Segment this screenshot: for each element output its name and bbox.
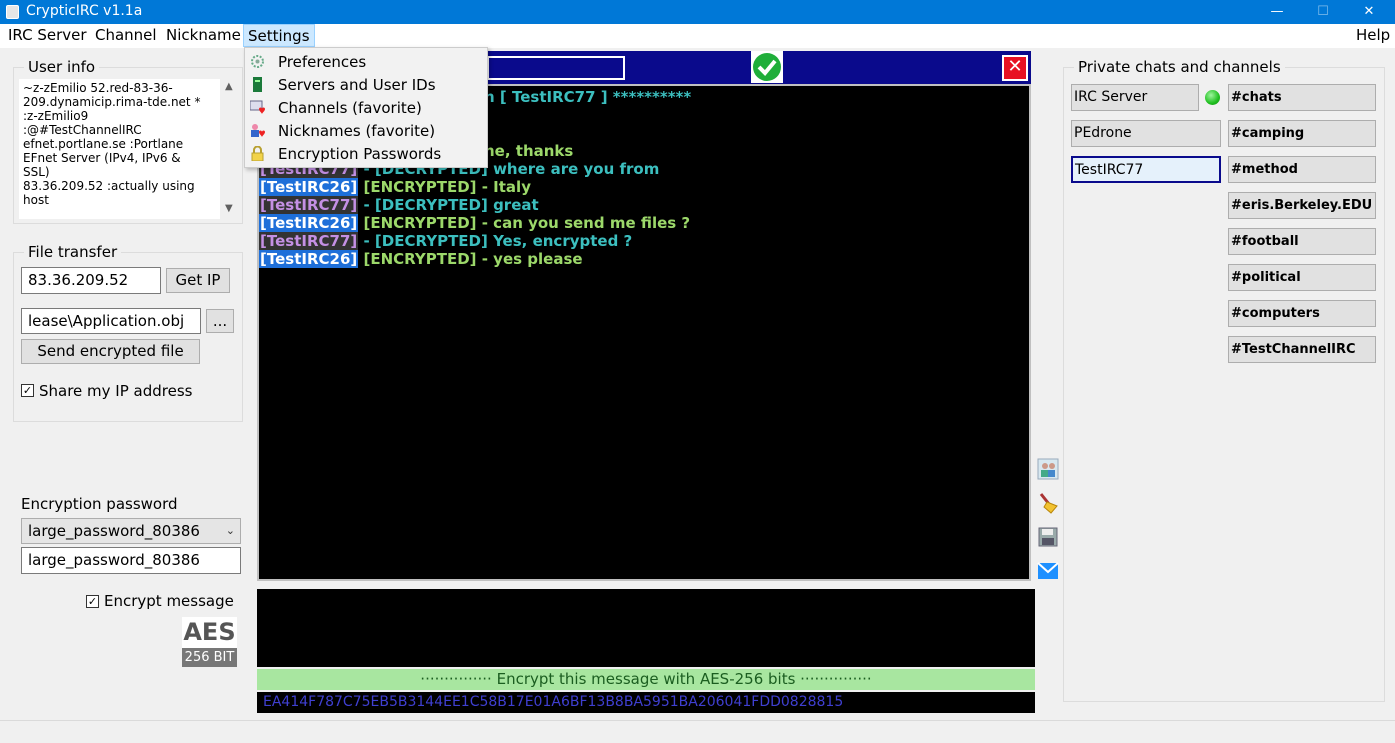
chat-nick: [TestIRC26] — [259, 178, 359, 196]
send-encrypted-file-button[interactable]: Send encrypted file — [21, 339, 200, 364]
hash-display: EA414F787C75EB5B3144EE1C58B17E01A6BF13B8… — [257, 692, 1035, 713]
encrypt-banner: ··············· Encrypt this message wit… — [257, 669, 1035, 690]
channel-computers[interactable]: #computers — [1228, 300, 1376, 327]
user-info-line: SSL) — [23, 165, 50, 179]
user-info-line: 83.36.209.52 :actually using — [23, 179, 195, 193]
menu-nicknames-favorite[interactable]: Nicknames (favorite) — [246, 120, 486, 143]
user-info-text: ~z-zEmilio 52.red-83-36- 209.dynamicip.r… — [19, 79, 220, 219]
chat-nick: [TestIRC77] — [259, 196, 359, 214]
scroll-down-icon[interactable]: ▼ — [225, 203, 233, 214]
user-info-line: EFnet Server (IPv4, IPv6 & — [23, 151, 181, 165]
channel-political[interactable]: #political — [1228, 264, 1376, 291]
users-icon[interactable] — [1037, 458, 1059, 480]
chat-nick: [TestIRC26] — [259, 214, 359, 232]
file-path-field[interactable]: lease\Application.obj — [21, 308, 201, 334]
user-info-line: 209.dynamicip.rima-tde.net * — [23, 95, 201, 109]
status-bar — [0, 720, 1395, 743]
broom-icon[interactable] — [1037, 492, 1059, 514]
tab-irc-server[interactable]: IRC Server — [1071, 84, 1199, 111]
message-input[interactable] — [257, 589, 1035, 667]
save-icon[interactable] — [1037, 526, 1059, 548]
menu-help[interactable]: Help — [1352, 24, 1394, 47]
user-info-line: efnet.portlane.se :Portlane — [23, 137, 184, 151]
encrypt-message-label: Encrypt message — [104, 592, 234, 610]
get-ip-button[interactable]: Get IP — [166, 268, 230, 293]
encryption-password-label: Encryption password — [21, 495, 178, 513]
share-ip-checkbox[interactable]: ✓ — [21, 384, 34, 397]
title-bar — [0, 0, 1395, 24]
file-transfer-title: File transfer — [24, 243, 122, 261]
chevron-down-icon: ⌄ — [225, 524, 235, 537]
user-info-line: :z-zEmilio9 — [23, 109, 89, 123]
encryption-password-selected: large_password_80386 — [28, 522, 200, 540]
user-info-scrollbar[interactable]: ▲ ▼ — [222, 79, 238, 219]
menu-encryption-passwords[interactable]: Encryption Passwords — [246, 143, 486, 166]
chat-text: [ENCRYPTED] - Italy — [358, 178, 531, 196]
tab-pedrone[interactable]: PEdrone — [1071, 120, 1221, 147]
channel-testchannelirc[interactable]: #TestChannelIRC — [1228, 336, 1376, 363]
scroll-up-icon[interactable]: ▲ — [225, 81, 233, 92]
window-title: CrypticIRC v1.1a — [26, 3, 143, 19]
maximize-button[interactable]: ☐ — [1300, 0, 1346, 24]
user-info-line: :@#TestChannelIRC — [23, 123, 142, 137]
menu-settings[interactable]: Settings — [243, 24, 315, 47]
chat-line: [TestIRC26] [ENCRYPTED] - yes please — [259, 250, 583, 268]
chat-line-partial: ne, thanks — [484, 142, 574, 160]
mail-icon[interactable] — [1037, 560, 1059, 582]
channel-topic-input[interactable] — [487, 56, 625, 80]
close-button[interactable]: ✕ — [1346, 0, 1392, 24]
menu-channels-favorite[interactable]: Channels (favorite) — [246, 97, 486, 120]
chat-line: [TestIRC77] - [DECRYPTED] great — [259, 196, 539, 214]
minimize-button[interactable]: — — [1254, 0, 1300, 24]
tab-testirc77[interactable]: TestIRC77 — [1071, 156, 1221, 183]
close-chat-icon[interactable]: ✕ — [1002, 55, 1028, 81]
encrypt-message-checkbox[interactable]: ✓ — [86, 595, 99, 608]
menu-servers-user-ids[interactable]: Servers and User IDs — [246, 74, 486, 97]
menu-nickname[interactable]: Nickname — [162, 24, 245, 47]
app-icon — [6, 5, 19, 19]
chat-nick: [TestIRC26] — [259, 250, 359, 268]
user-info-line: ~z-zEmilio 52.red-83-36- — [23, 81, 173, 95]
share-ip-label: Share my IP address — [39, 382, 193, 400]
chat-line: [TestIRC26] [ENCRYPTED] - can you send m… — [259, 214, 690, 232]
chat-line: [TestIRC77] - [DECRYPTED] Yes, encrypted… — [259, 232, 632, 250]
chat-line: [TestIRC26] [ENCRYPTED] - Italy — [259, 178, 531, 196]
checkmark-icon[interactable] — [751, 51, 783, 83]
encryption-password-field[interactable]: large_password_80386 — [21, 547, 241, 574]
connected-status-icon — [1205, 90, 1220, 105]
user-info-title: User info — [24, 58, 100, 76]
encryption-password-select[interactable]: large_password_80386 ⌄ — [21, 518, 241, 544]
channel-method[interactable]: #method — [1228, 156, 1376, 183]
ip-address-field[interactable]: 83.36.209.52 — [21, 267, 161, 294]
user-info-line: host — [23, 193, 49, 207]
aes-badge-bottom: 256 BIT — [182, 648, 237, 667]
menu-irc-server[interactable]: IRC Server — [4, 24, 91, 47]
chat-text: [ENCRYPTED] - can you send me files ? — [358, 214, 691, 232]
chat-text: [ENCRYPTED] - yes please — [358, 250, 583, 268]
chat-nick: [TestIRC77] — [259, 232, 359, 250]
channel-chats[interactable]: #chats — [1228, 84, 1376, 111]
channel-eris-berkeley[interactable]: #eris.Berkeley.EDU — [1228, 192, 1376, 219]
browse-button[interactable]: ... — [206, 309, 234, 333]
channel-camping[interactable]: #camping — [1228, 120, 1376, 147]
menu-channel[interactable]: Channel — [91, 24, 161, 47]
channel-football[interactable]: #football — [1228, 228, 1376, 255]
menu-preferences[interactable]: Preferences — [246, 51, 486, 74]
chat-text: - [DECRYPTED] great — [358, 196, 539, 214]
chat-header-line: n [ TestIRC77 ] ********** — [484, 88, 692, 106]
aes-badge-top: AES — [183, 618, 236, 646]
chat-text: - [DECRYPTED] Yes, encrypted ? — [358, 232, 633, 250]
private-chats-title: Private chats and channels — [1074, 58, 1285, 76]
